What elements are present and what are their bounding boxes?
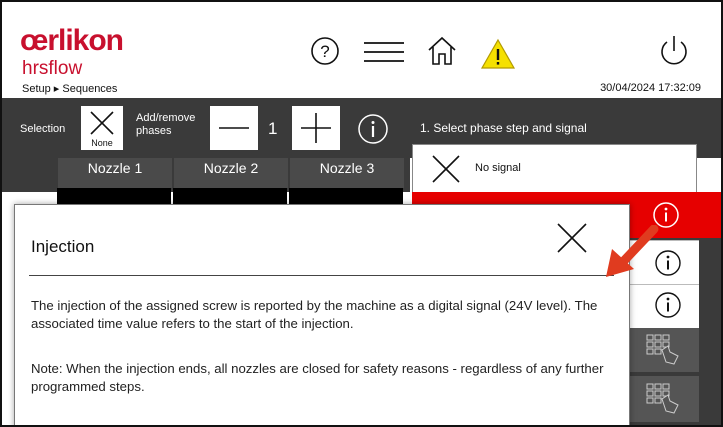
dialog-paragraph-1: The injection of the assigned screw is r… bbox=[31, 298, 598, 331]
nozzle-3-header[interactable]: Nozzle 3 bbox=[289, 158, 404, 188]
close-icon bbox=[90, 111, 114, 135]
remove-phase-button[interactable] bbox=[210, 106, 258, 150]
menu-icon[interactable] bbox=[364, 40, 404, 69]
close-icon bbox=[557, 223, 587, 253]
app-window: œrlikon hrsflow Setup ▸ Sequences 30/04/… bbox=[0, 0, 723, 427]
home-icon[interactable] bbox=[426, 35, 458, 72]
add-remove-phases-label: Add/remove phases bbox=[136, 112, 196, 137]
signal-row-3-button[interactable] bbox=[629, 284, 699, 329]
dialog-paragraph-2: Note: When the injection ends, all nozzl… bbox=[31, 361, 604, 394]
dialog-divider bbox=[29, 275, 614, 276]
none-label: None bbox=[91, 138, 113, 148]
nozzle-1-header[interactable]: Nozzle 1 bbox=[57, 158, 172, 188]
dialog-title: Injection bbox=[31, 237, 95, 256]
brand-logo: œrlikon bbox=[20, 24, 124, 57]
no-signal-label: No signal bbox=[475, 162, 521, 174]
info-dialog: Injection The injection of the assigned … bbox=[14, 204, 630, 425]
keypad-touch-icon bbox=[646, 383, 679, 414]
datetime: 30/04/2024 17:32:09 bbox=[600, 82, 701, 94]
minus-icon bbox=[219, 127, 249, 129]
keypad-touch-button-2[interactable] bbox=[629, 376, 699, 422]
phase-count: 1 bbox=[268, 119, 278, 138]
header: œrlikon hrsflow Setup ▸ Sequences 30/04/… bbox=[2, 2, 721, 98]
close-icon bbox=[432, 155, 460, 183]
warning-icon[interactable] bbox=[480, 38, 516, 75]
add-phase-button[interactable] bbox=[292, 106, 340, 150]
power-icon[interactable] bbox=[657, 34, 691, 73]
select-none-button[interactable]: None bbox=[81, 106, 123, 150]
brand-sub-logo: hrsflow bbox=[22, 58, 83, 79]
no-signal-option[interactable]: No signal bbox=[412, 144, 697, 194]
plus-icon bbox=[301, 113, 331, 143]
info-icon[interactable] bbox=[357, 113, 389, 150]
svg-text:?: ? bbox=[320, 42, 329, 61]
dialog-close-button[interactable] bbox=[555, 221, 589, 260]
keypad-touch-button-1[interactable] bbox=[629, 328, 699, 372]
info-icon bbox=[655, 292, 681, 318]
nozzle-2-header[interactable]: Nozzle 2 bbox=[173, 158, 288, 188]
annotation-arrow-icon bbox=[602, 224, 662, 286]
help-icon[interactable]: ? bbox=[310, 36, 340, 71]
breadcrumb: Setup ▸ Sequences bbox=[22, 83, 118, 95]
selection-label: Selection bbox=[20, 123, 66, 135]
keypad-touch-icon bbox=[646, 334, 679, 365]
right-panel-title: 1. Select phase step and signal bbox=[420, 121, 587, 135]
